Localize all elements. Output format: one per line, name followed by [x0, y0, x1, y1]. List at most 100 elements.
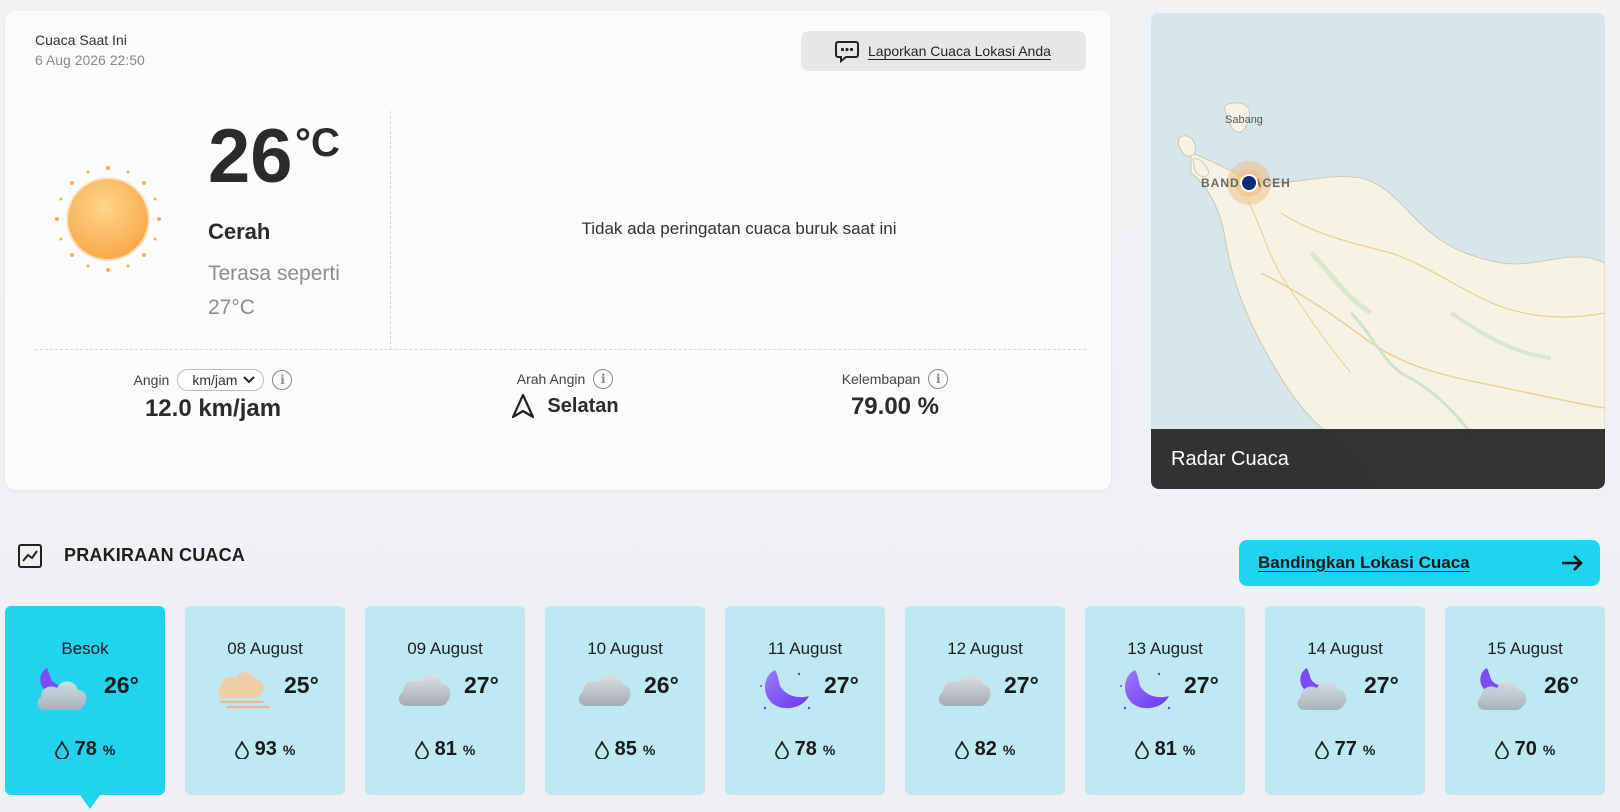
forecast-temperature: 27° [1364, 672, 1399, 698]
location-pin-icon [1240, 174, 1258, 192]
forecast-temperature: 26° [104, 672, 139, 698]
droplet-icon [1134, 740, 1149, 759]
humidity-info-icon[interactable]: i [928, 369, 949, 389]
forecast-humidity-unit: % [1362, 742, 1376, 758]
forecast-humidity: 93% [185, 738, 345, 761]
forecast-humidity-value: 78 [74, 738, 97, 760]
forecast-date: 08 August [227, 639, 303, 658]
forecast-humidity-value: 85 [614, 738, 637, 760]
forecast-title: PRAKIRAAN CUACA [64, 545, 245, 565]
arrow-right-icon [1562, 555, 1583, 571]
night-cloudy-icon [1293, 664, 1355, 714]
droplet-icon [774, 740, 789, 759]
forecast-card[interactable]: 15 August 26° 70% [1445, 606, 1605, 795]
droplet-icon [594, 740, 609, 759]
forecast-temperature: 26° [1544, 672, 1579, 698]
map-label-sabang: Sabang [1225, 114, 1263, 126]
forecast-humidity: 77% [1265, 738, 1425, 761]
forecast-humidity: 70% [1445, 738, 1605, 761]
forecast-date: 15 August [1487, 639, 1563, 658]
haze-icon [213, 664, 275, 714]
cloud-icon [573, 664, 635, 714]
forecast-temperature: 27° [1184, 672, 1219, 698]
radar-label: Radar Cuaca [1171, 447, 1289, 470]
wind-info-icon[interactable]: i [272, 370, 293, 390]
moon-icon [1113, 664, 1175, 714]
forecast-humidity-unit: % [282, 742, 296, 758]
weather-radar-map[interactable]: Sabang BANDA ACEH Radar Cuaca [1151, 13, 1605, 489]
droplet-icon [1494, 740, 1509, 759]
trend-chart-icon [18, 544, 42, 568]
forecast-humidity-unit: % [102, 742, 116, 758]
forecast-date: 12 August [947, 639, 1023, 658]
forecast-date: 13 August [1127, 639, 1203, 658]
current-condition: Cerah [208, 219, 271, 244]
wind-speed-value: 12.0 km/jam [144, 395, 282, 422]
temperature-unit: °C [295, 121, 340, 165]
forecast-humidity-unit: % [822, 742, 836, 758]
forecast-humidity-value: 78 [794, 738, 817, 760]
horizontal-divider [35, 349, 1086, 350]
cloud-icon [393, 664, 455, 714]
night-cloudy-icon [1473, 664, 1535, 714]
forecast-humidity-unit: % [462, 742, 476, 758]
forecast-humidity-unit: % [1542, 742, 1556, 758]
forecast-card[interactable]: 12 August 27° 82% [905, 606, 1065, 795]
moon-icon [753, 664, 815, 714]
forecast-humidity: 81% [1085, 738, 1245, 761]
compare-locations-button[interactable]: Bandingkan Lokasi Cuaca [1239, 540, 1600, 586]
forecast-humidity-unit: % [642, 742, 656, 758]
feels-like: Terasa seperti 27°C [208, 262, 340, 319]
radar-label-bar: Radar Cuaca [1151, 429, 1605, 489]
forecast-temperature: 27° [464, 672, 499, 698]
forecast-temperature: 27° [1004, 672, 1039, 698]
droplet-icon [954, 740, 969, 759]
current-datetime: 6 Aug 2026 22:50 [35, 52, 145, 68]
forecast-humidity-value: 70 [1514, 738, 1537, 760]
forecast-temperature: 26° [644, 672, 679, 698]
weather-warning: Tidak ada peringatan cuaca buruk saat in… [581, 219, 897, 238]
forecast-card[interactable]: Besok 26° 78% [5, 606, 165, 809]
wind-direction-info-icon[interactable]: i [593, 369, 614, 389]
current-weather-card: Cuaca Saat Ini 6 Aug 2026 22:50 Laporkan… [5, 11, 1111, 490]
report-weather-button[interactable]: Laporkan Cuaca Lokasi Anda [801, 31, 1086, 71]
droplet-icon [414, 740, 429, 759]
wind-direction-stat: Arah Angin i Selatan [475, 369, 655, 419]
forecast-humidity-value: 81 [434, 738, 457, 760]
droplet-icon [1314, 740, 1329, 759]
forecast-card[interactable]: 13 August 27° 81% [1085, 606, 1245, 795]
droplet-icon [234, 740, 249, 759]
forecast-card[interactable]: 11 August 27° 78% [725, 606, 885, 795]
wind-unit-select[interactable]: km/jam [177, 369, 265, 391]
forecast-date: 14 August [1307, 639, 1383, 658]
forecast-card[interactable]: 10 August 26° 85% [545, 606, 705, 795]
night-cloudy-icon [33, 664, 95, 714]
forecast-humidity: 82% [905, 738, 1065, 761]
forecast-date: Besok [61, 639, 109, 658]
current-weather-label: Cuaca Saat Ini [35, 32, 127, 48]
forecast-humidity-unit: % [1002, 742, 1016, 758]
chevron-down-icon [243, 376, 256, 384]
wind-speed-stat: Angin km/jam i 12.0 km/jam [113, 369, 313, 423]
forecast-humidity: 78% [5, 738, 165, 761]
wind-label: Angin [133, 372, 170, 388]
forecast-card[interactable]: 14 August 27° 77% [1265, 606, 1425, 795]
forecast-card[interactable]: 09 August 27° 81% [365, 606, 525, 795]
cloud-icon [933, 664, 995, 714]
humidity-value: 79.00 % [850, 393, 940, 420]
forecast-temperature: 25° [284, 672, 319, 698]
forecast-humidity-unit: % [1182, 742, 1196, 758]
forecast-humidity-value: 82 [974, 738, 997, 760]
wind-direction-label: Arah Angin [516, 371, 586, 387]
humidity-stat: Kelembapan i 79.00 % [815, 369, 975, 421]
report-weather-label: Laporkan Cuaca Lokasi Anda [868, 43, 1051, 59]
forecast-humidity: 85% [545, 738, 705, 761]
forecast-humidity-value: 81 [1154, 738, 1177, 760]
humidity-label: Kelembapan [841, 371, 921, 387]
map-canvas: Sabang BANDA ACEH [1151, 13, 1605, 489]
forecast-date: 10 August [587, 639, 663, 658]
forecast-date: 09 August [407, 639, 483, 658]
wind-direction-value: Selatan [547, 394, 619, 417]
wind-unit-value: km/jam [192, 372, 238, 388]
forecast-card[interactable]: 08 August 25° 93% [185, 606, 345, 795]
